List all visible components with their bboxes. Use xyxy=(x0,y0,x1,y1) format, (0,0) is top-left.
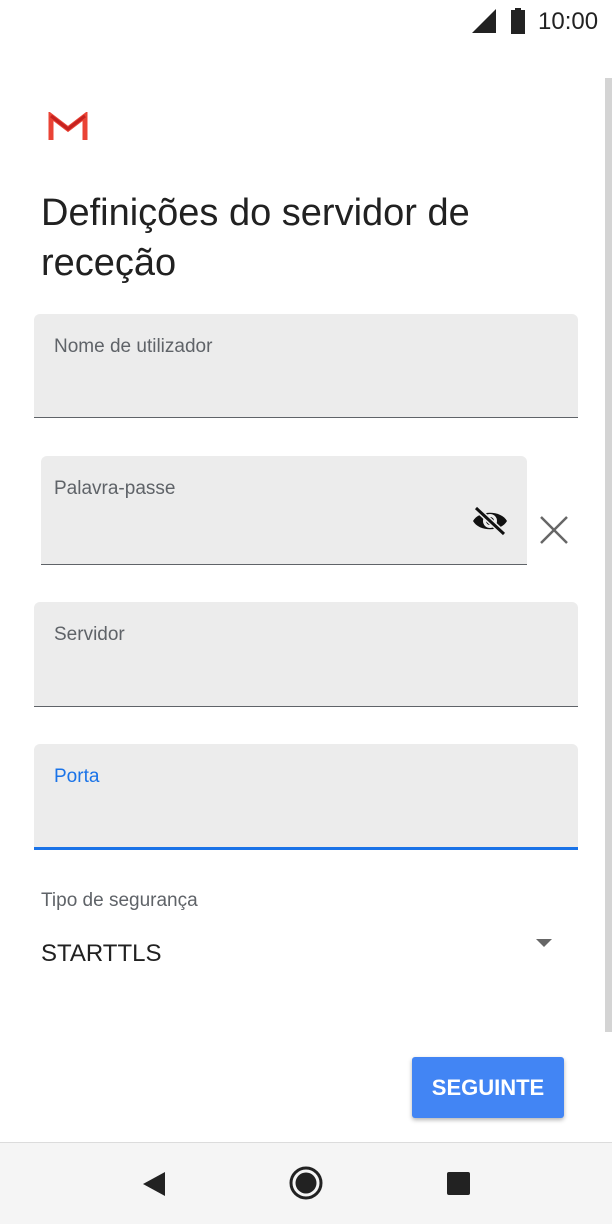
port-label: Porta xyxy=(54,766,100,787)
page-title: Definições do servidor de receção xyxy=(41,192,470,284)
security-type-select[interactable]: STARTTLS xyxy=(41,940,161,968)
server-label: Servidor xyxy=(54,624,125,645)
recents-icon[interactable] xyxy=(447,1172,470,1195)
status-time: 10:00 xyxy=(538,8,599,35)
status-bar: 10:00 xyxy=(0,0,612,48)
password-label: Palavra-passe xyxy=(54,478,176,499)
close-icon[interactable] xyxy=(538,514,570,546)
next-button[interactable]: SEGUINTE xyxy=(412,1057,564,1118)
home-icon[interactable] xyxy=(289,1166,323,1200)
signal-icon xyxy=(472,9,496,33)
battery-icon xyxy=(511,8,525,34)
gmail-logo-icon xyxy=(48,112,88,142)
security-type-label: Tipo de segurança xyxy=(41,890,198,911)
navigation-bar xyxy=(0,1143,612,1224)
scrollbar[interactable] xyxy=(605,78,612,1032)
port-field[interactable]: Porta xyxy=(34,744,578,850)
visibility-off-icon[interactable] xyxy=(471,506,509,536)
username-label: Nome de utilizador xyxy=(54,336,213,357)
dropdown-arrow-icon[interactable] xyxy=(536,939,552,947)
back-icon[interactable] xyxy=(143,1172,165,1196)
username-field[interactable]: Nome de utilizador xyxy=(34,314,578,418)
server-field[interactable]: Servidor xyxy=(34,602,578,707)
password-field[interactable]: Palavra-passe xyxy=(41,456,527,565)
